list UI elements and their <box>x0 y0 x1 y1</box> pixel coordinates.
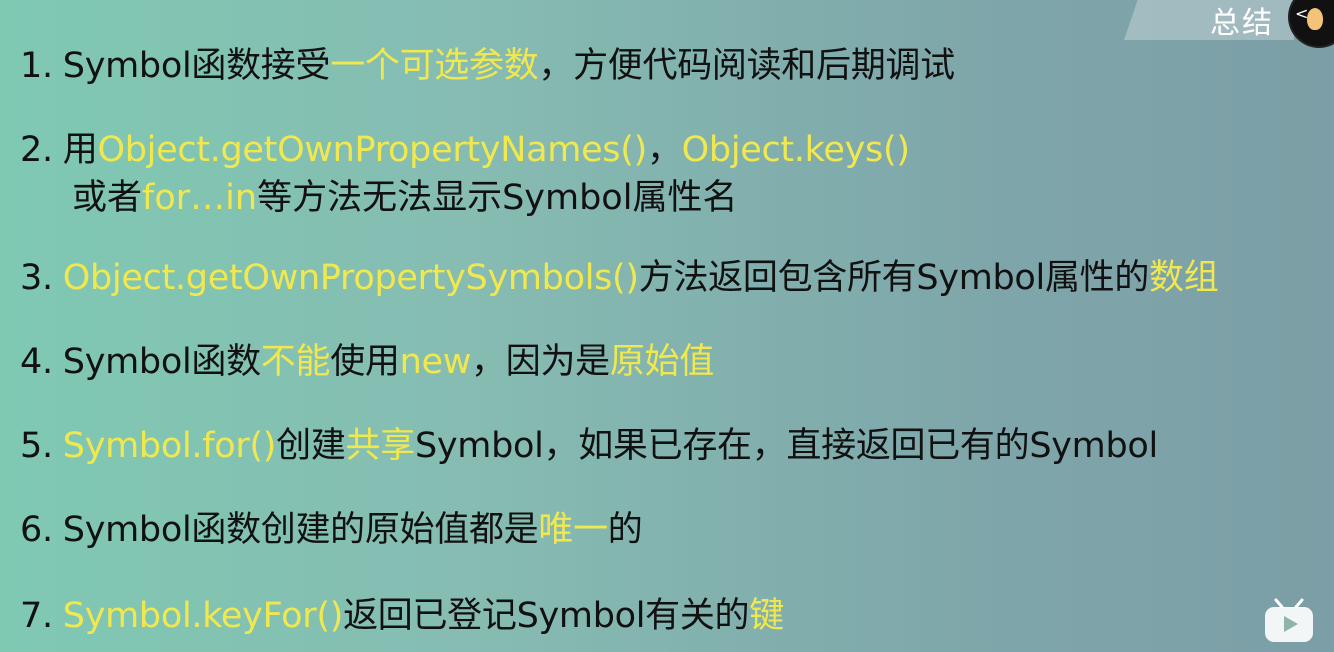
highlight-text: Object.getOwnPropertySymbols() <box>62 258 639 298</box>
item-text: 或者 <box>72 178 143 218</box>
item-number: 5. <box>20 426 53 466</box>
item-text: Symbol函数接受 <box>62 46 331 86</box>
list-item: 5. Symbol.for()创建共享Symbol，如果已存在，直接返回已有的Sy… <box>20 424 1158 468</box>
list-item: 6. Symbol函数创建的原始值都是唯一的 <box>20 508 643 552</box>
highlight-text: 不能 <box>260 342 331 382</box>
item-text: 方法返回包含所有Symbol属性的 <box>638 258 1150 298</box>
item-text: 用 <box>62 130 98 170</box>
highlight-text: 数组 <box>1149 258 1219 298</box>
list-item: 1. Symbol函数接受一个可选参数，方便代码阅读和后期调试 <box>20 44 955 88</box>
item-number: 4. <box>20 342 53 382</box>
item-text: 创建 <box>276 426 346 466</box>
highlight-text: 键 <box>749 596 784 636</box>
list-item: 7. Symbol.keyFor()返回已登记Symbol有关的键 <box>20 594 784 638</box>
item-text: 使用 <box>330 342 400 382</box>
list-item-continuation: 或者for…in等方法无法显示Symbol属性名 <box>72 176 737 220</box>
item-number: 3. <box>20 258 53 298</box>
list-item: 2. 用Object.getOwnPropertyNames()，Object.k… <box>20 128 910 172</box>
item-number: 7. <box>20 596 53 636</box>
list-item: 4. Symbol函数不能使用new，因为是原始值 <box>20 340 714 384</box>
item-number: 2. <box>20 130 53 170</box>
item-text: 返回已登记Symbol有关的 <box>343 596 750 636</box>
highlight-text: 原始值 <box>609 342 714 382</box>
highlight-text: Object.getOwnPropertyNames() <box>97 130 648 170</box>
item-text: 等方法无法显示Symbol属性名 <box>257 178 738 218</box>
item-number: 6. <box>20 510 53 550</box>
item-text: ，因为是 <box>471 342 610 382</box>
list-item: 3. Object.getOwnPropertySymbols()方法返回包含所有… <box>20 256 1219 300</box>
highlight-text: for…in <box>142 178 258 218</box>
slide: 总结 < 1. Symbol函数接受一个可选参数，方便代码阅读和后期调试 2. 用Ob… <box>0 0 1334 652</box>
highlight-text: 一个可选参数 <box>330 46 539 86</box>
highlight-text: Object.keys() <box>681 130 910 170</box>
item-text: Symbol，如果已存在，直接返回已有的Symbol <box>414 426 1158 466</box>
item-text: Symbol函数创建的原始值都是 <box>62 510 539 550</box>
item-text: ， <box>646 130 682 170</box>
item-text: Symbol函数 <box>62 342 261 382</box>
highlight-text: new <box>399 342 472 382</box>
item-number: 1. <box>20 46 53 86</box>
highlight-text: 唯一 <box>538 510 608 550</box>
item-text: ，方便代码阅读和后期调试 <box>538 46 955 86</box>
avatar-icon[interactable]: < <box>1290 0 1334 46</box>
highlight-text: 共享 <box>345 426 416 466</box>
summary-tag: 总结 <box>1210 6 1274 41</box>
highlight-text: Symbol.keyFor() <box>62 596 344 636</box>
highlight-text: Symbol.for() <box>62 426 277 466</box>
bilibili-tv-icon[interactable] <box>1262 598 1316 644</box>
item-text: 的 <box>607 510 643 550</box>
egg-icon <box>1307 8 1323 30</box>
